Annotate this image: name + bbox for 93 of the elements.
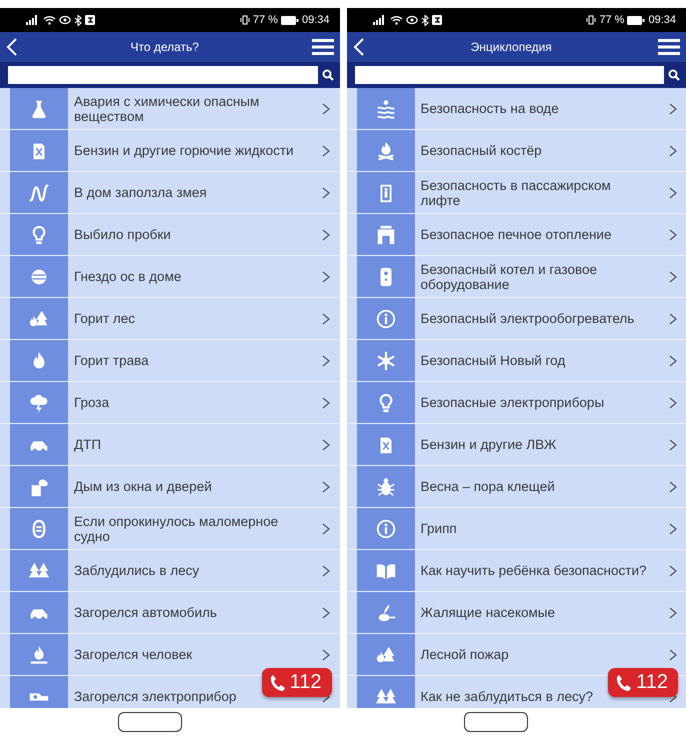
search-icon[interactable] [322, 68, 334, 81]
list-item[interactable]: Бензин и другие ЛВЖ [346, 424, 686, 466]
list-item[interactable]: Безопасное печное отопление [346, 214, 686, 256]
info-icon [374, 518, 396, 540]
vibrate-icon [240, 15, 250, 26]
eye-icon [406, 15, 418, 26]
chevron-icon [668, 564, 676, 576]
chevron-icon [322, 270, 330, 282]
chevron-icon [322, 102, 330, 114]
battery-icon [280, 16, 299, 25]
chevron-icon [322, 522, 330, 534]
chevron-icon [322, 144, 330, 156]
fire-icon [28, 644, 50, 666]
list-item[interactable]: Безопасный Новый год [346, 340, 686, 382]
chevron-icon [322, 228, 330, 240]
chevron-icon [668, 312, 676, 324]
chevron-icon [668, 396, 676, 408]
chevron-icon [668, 102, 676, 114]
list-item[interactable]: Безопасность в пассажирском лифте [346, 172, 686, 214]
swimmer-icon [374, 98, 396, 120]
screen-title: Энциклопедия [470, 40, 553, 54]
emergency-call-button[interactable]: 112 [608, 668, 678, 697]
battery-icon [627, 16, 646, 25]
chevron-icon [668, 186, 676, 198]
list-item[interactable]: Гроза [0, 382, 340, 424]
list-item[interactable]: Безопасные электроприборы [346, 382, 686, 424]
list-item[interactable]: Весна – пора клещей [346, 466, 686, 508]
bluetooth-icon [420, 14, 428, 26]
chevron-icon [668, 438, 676, 450]
list-item[interactable]: Загорелся автомобиль [0, 592, 340, 634]
back-icon[interactable] [6, 37, 18, 58]
wifi-icon [43, 15, 56, 26]
list-item[interactable]: В дом заползла змея [0, 172, 340, 214]
chevron-icon [668, 354, 676, 366]
phone-icon [616, 674, 632, 692]
chevron-icon [668, 480, 676, 492]
chevron-icon [322, 438, 330, 450]
menu-icon[interactable] [658, 39, 680, 56]
chevron-icon [668, 522, 676, 534]
battery-percent: 77 % [599, 14, 624, 26]
list-item[interactable]: Безопасный костёр [346, 130, 686, 172]
info-icon [374, 308, 396, 330]
wifi-icon [390, 15, 402, 26]
list-item[interactable]: Горит трава [0, 340, 340, 382]
menu-icon[interactable] [312, 39, 334, 56]
list-item[interactable]: Безопасный электрообогреватель [346, 298, 686, 340]
chevron-icon [322, 564, 330, 576]
chevron-icon [668, 228, 676, 240]
emergency-call-button[interactable]: 112 [262, 668, 332, 697]
back-icon[interactable] [352, 37, 364, 58]
chevron-icon [322, 312, 330, 324]
chevron-icon [668, 270, 676, 282]
home-button[interactable] [118, 712, 182, 732]
search-icon[interactable] [668, 68, 680, 81]
chevron-icon [668, 144, 676, 156]
list-item[interactable]: Безопасность на воде [346, 88, 686, 130]
chevron-icon [322, 186, 330, 198]
search-field[interactable] [8, 66, 318, 84]
eye-icon [59, 15, 71, 26]
snowflake-icon [374, 350, 396, 372]
list-item[interactable]: ДТП [0, 424, 340, 466]
phone-icon [270, 674, 286, 692]
screen-title: Что делать? [130, 40, 200, 54]
list-item[interactable]: Бензин и другие горючие жидкости [0, 130, 340, 172]
chevron-icon [322, 480, 330, 492]
snake-icon [28, 182, 50, 204]
search-field[interactable] [354, 66, 664, 84]
list-item[interactable]: Дым из окна и дверей [0, 466, 340, 508]
tick-bug-icon [374, 476, 396, 498]
list-item[interactable]: Грипп [346, 508, 686, 550]
chevron-icon [322, 396, 330, 408]
clock: 09:34 [302, 14, 330, 26]
list-item[interactable]: Заблудились в лесу [0, 550, 340, 592]
list-item[interactable]: Выбило пробки [0, 214, 340, 256]
chevron-icon [668, 648, 676, 660]
list-item[interactable]: Как научить ребёнка безопасности? [346, 550, 686, 592]
chevron-icon [322, 606, 330, 618]
chevron-icon [322, 648, 330, 660]
bluetooth-icon [74, 14, 82, 26]
signal-icon [372, 15, 386, 26]
clock: 09:34 [648, 14, 676, 26]
list-item[interactable]: Безопасный котел и газовое оборудование [346, 256, 686, 298]
home-button[interactable] [464, 712, 528, 732]
list-item[interactable]: Гнездо ос в доме [0, 256, 340, 298]
chevron-icon [322, 354, 330, 366]
list-item[interactable]: Горит лес [0, 298, 340, 340]
list-item[interactable]: Авария с химически опасным веществом [0, 88, 340, 130]
vibrate-icon [586, 15, 596, 26]
chevron-icon [668, 606, 676, 618]
battery-percent: 77 % [252, 14, 278, 26]
list-item[interactable]: Жалящие насекомые [346, 592, 686, 634]
list-item[interactable]: Если опрокинулось маломерное судно [0, 508, 340, 550]
signal-icon [26, 15, 40, 26]
